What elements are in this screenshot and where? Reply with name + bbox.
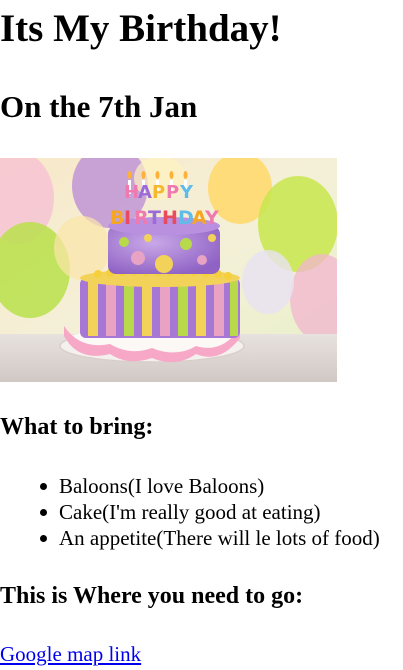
candle-letter: P <box>166 182 179 203</box>
page-title: Its My Birthday! <box>0 7 282 50</box>
list-item: Cake(I'm really good at eating) <box>40 499 380 525</box>
page-subtitle: On the 7th Jan <box>0 89 198 124</box>
where-to-go-heading: This is Where you need to go: <box>0 583 304 609</box>
page: Its My Birthday! On the 7th Jan H A P P … <box>0 0 403 670</box>
candle-letter: I <box>124 207 131 229</box>
birthday-cake-illustration: H A P P Y B I R T H D A Y <box>0 158 337 382</box>
candle-letter: P <box>152 182 165 203</box>
birthday-cake-image: H A P P Y B I R T H D A Y <box>0 158 337 382</box>
candle-letter: B <box>110 207 124 229</box>
what-to-bring-heading: What to bring: <box>0 414 154 440</box>
list-item: Baloons(I love Baloons) <box>40 473 380 499</box>
balloon <box>54 216 110 280</box>
candle-letter: A <box>138 182 152 203</box>
candle-letter: Y <box>179 182 194 203</box>
candle-letter: T <box>148 207 161 229</box>
bring-list: Baloons(I love Baloons) Cake(I'm really … <box>40 473 380 551</box>
candle-letter: H <box>162 207 178 229</box>
candle-letter: R <box>134 207 149 229</box>
candle-letter: Y <box>204 207 219 229</box>
google-map-link[interactable]: Google map link <box>0 641 141 667</box>
list-item: An appetite(There will le lots of food) <box>40 525 380 551</box>
candle-letter: H <box>124 182 139 203</box>
balloon <box>242 250 294 314</box>
